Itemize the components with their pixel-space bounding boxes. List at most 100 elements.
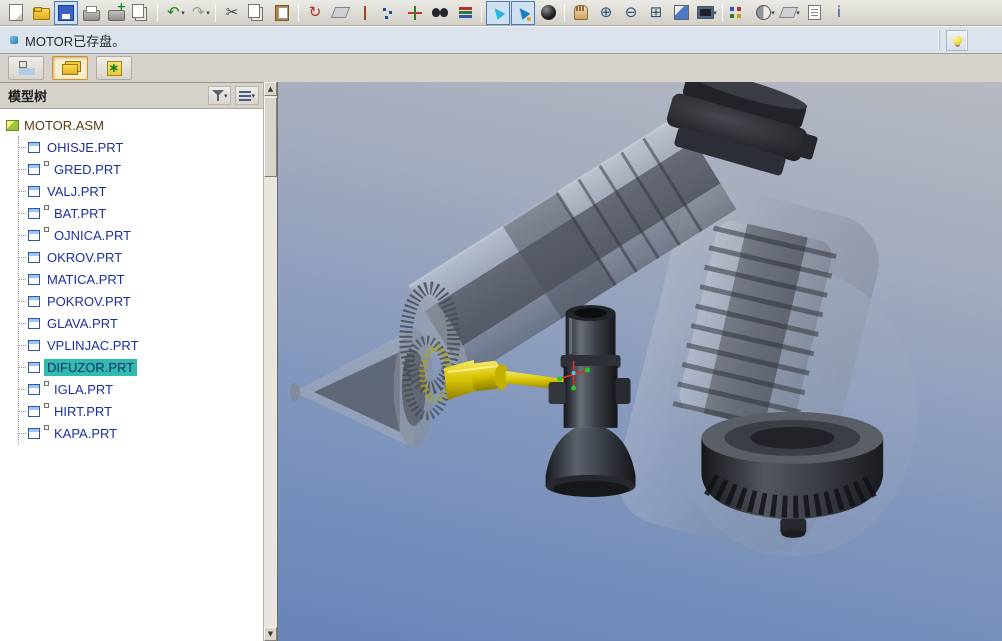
tree-item[interactable]: BAT.PRT bbox=[19, 202, 263, 224]
tree-item[interactable]: HIRT.PRT bbox=[19, 400, 263, 422]
tree-item[interactable]: MATICA.PRT bbox=[19, 268, 263, 290]
tree-item-label[interactable]: POKROV.PRT bbox=[44, 293, 134, 310]
scroll-down-button[interactable]: ▼ bbox=[264, 627, 277, 641]
model-tree-panel: 模型树 ▾ ▾ MOTOR.ASM OHISJE.PRT GRED.PRT bbox=[0, 82, 263, 641]
new-file-icon-button[interactable] bbox=[4, 1, 28, 25]
hint-lamp-button[interactable] bbox=[946, 30, 968, 51]
tree-item[interactable]: VALJ.PRT bbox=[19, 180, 263, 202]
toolbar-separator bbox=[722, 4, 723, 22]
layer-icon-button[interactable] bbox=[453, 1, 477, 25]
part-icon bbox=[28, 142, 40, 153]
tree-item-label[interactable]: DIFUZOR.PRT bbox=[44, 359, 137, 376]
navigator-tab-favorites[interactable]: ∗ bbox=[96, 56, 132, 80]
scrollbar-thumb[interactable] bbox=[264, 97, 277, 177]
tree-item-label[interactable]: HIRT.PRT bbox=[51, 403, 115, 420]
search-icon-button[interactable] bbox=[428, 1, 452, 25]
datum-point-icon-button[interactable] bbox=[378, 1, 402, 25]
part-icon bbox=[28, 186, 40, 197]
tree-filter-button[interactable]: ▾ bbox=[208, 86, 232, 105]
model-info-icon-button[interactable]: i bbox=[827, 1, 851, 25]
datum-csys-icon-button[interactable] bbox=[403, 1, 427, 25]
part-icon bbox=[28, 318, 40, 329]
tree-scrollbar[interactable]: ▲ ▼ bbox=[263, 82, 277, 641]
open-icon-button[interactable] bbox=[29, 1, 53, 25]
datum-plane-icon-button[interactable] bbox=[328, 1, 352, 25]
tree-item[interactable]: GRED.PRT bbox=[19, 158, 263, 180]
tree-item-label[interactable]: VALJ.PRT bbox=[44, 183, 109, 200]
tree-item[interactable]: GLAVA.PRT bbox=[19, 312, 263, 334]
tree-root-label[interactable]: MOTOR.ASM bbox=[24, 118, 104, 133]
tree-item[interactable]: IGLA.PRT bbox=[19, 378, 263, 400]
cut-icon-button[interactable]: ✂ bbox=[220, 1, 244, 25]
zoom-out-icon-button[interactable]: ⊖ bbox=[619, 1, 643, 25]
navigator-tab-model-tree[interactable] bbox=[8, 56, 44, 80]
saved-views-icon-button[interactable]: ▾ bbox=[694, 1, 718, 25]
datum-display-icon bbox=[778, 3, 798, 23]
part-icon bbox=[28, 296, 40, 307]
datum-display-icon-button[interactable]: ▾ bbox=[777, 1, 801, 25]
print-setup-icon-button[interactable] bbox=[104, 1, 128, 25]
display-style-icon-button[interactable]: ▾ bbox=[752, 1, 776, 25]
tree-settings-button[interactable]: ▾ bbox=[235, 86, 259, 105]
redo-icon: ↷ bbox=[188, 3, 208, 23]
3d-viewport[interactable] bbox=[277, 82, 1002, 641]
shaded-view-icon-button[interactable] bbox=[536, 1, 560, 25]
tree-item-label[interactable]: BAT.PRT bbox=[51, 205, 109, 222]
save-icon-button[interactable] bbox=[54, 1, 78, 25]
tree-item-label[interactable]: OKROV.PRT bbox=[44, 249, 125, 266]
tree-item-label[interactable]: VPLINJAC.PRT bbox=[44, 337, 142, 354]
navigator-toolbar: ∗ bbox=[0, 54, 1002, 82]
zoom-in-icon-button[interactable]: ⊕ bbox=[594, 1, 618, 25]
datum-axis-icon-button[interactable] bbox=[353, 1, 377, 25]
tree-item[interactable]: POKROV.PRT bbox=[19, 290, 263, 312]
view-manager-icon-button[interactable] bbox=[727, 1, 751, 25]
tree-item[interactable]: OKROV.PRT bbox=[19, 246, 263, 268]
send-copy-icon-button[interactable] bbox=[129, 1, 153, 25]
tree-item[interactable]: VPLINJAC.PRT bbox=[19, 334, 263, 356]
smart-filter-icon bbox=[513, 3, 533, 23]
chevron-down-icon: ▾ bbox=[251, 92, 255, 100]
copy-icon-button[interactable] bbox=[245, 1, 269, 25]
modified-marker-icon bbox=[44, 425, 49, 430]
zoom-out-icon: ⊖ bbox=[621, 3, 641, 23]
redo-icon-button[interactable]: ↷▾ bbox=[187, 1, 211, 25]
tree-item-label[interactable]: IGLA.PRT bbox=[51, 381, 116, 398]
modified-marker-icon bbox=[44, 227, 49, 232]
refit-icon-button[interactable]: ⊞ bbox=[644, 1, 668, 25]
undo-icon-button[interactable]: ↶▾ bbox=[162, 1, 186, 25]
tree-root-item[interactable]: MOTOR.ASM bbox=[6, 114, 263, 136]
application-window: ↶▾↷▾✂↻⊕⊖⊞▾▾▾i MOTOR已存盘。 ∗ 模型树 ▾ ▾ bbox=[0, 0, 1002, 641]
annotation-display-icon bbox=[804, 3, 824, 23]
tree-item[interactable]: KAPA.PRT bbox=[19, 422, 263, 444]
tree-item-label[interactable]: GRED.PRT bbox=[51, 161, 124, 178]
tree-item-label[interactable]: OHISJE.PRT bbox=[44, 139, 126, 156]
tree-item[interactable]: OHISJE.PRT bbox=[19, 136, 263, 158]
regenerate-icon-button[interactable]: ↻ bbox=[303, 1, 327, 25]
assembly-icon bbox=[6, 120, 19, 131]
print-icon-button[interactable] bbox=[79, 1, 103, 25]
model-info-icon: i bbox=[829, 3, 849, 23]
repaint-icon-button[interactable] bbox=[669, 1, 693, 25]
tree-item-label[interactable]: MATICA.PRT bbox=[44, 271, 128, 288]
paste-icon-button[interactable] bbox=[270, 1, 294, 25]
tree-item[interactable]: DIFUZOR.PRT bbox=[19, 356, 263, 378]
spin-center-icon-button[interactable] bbox=[569, 1, 593, 25]
tree-item-label[interactable]: KAPA.PRT bbox=[51, 425, 120, 442]
motor-assembly-model[interactable] bbox=[278, 82, 1002, 641]
tree-item[interactable]: OJNICA.PRT bbox=[19, 224, 263, 246]
tree-item-label[interactable]: GLAVA.PRT bbox=[44, 315, 121, 332]
part-icon bbox=[28, 428, 40, 439]
tree-item-label[interactable]: OJNICA.PRT bbox=[51, 227, 134, 244]
favorites-icon: ∗ bbox=[107, 61, 122, 76]
part-carburetor[interactable] bbox=[546, 305, 636, 497]
select-arrow-icon-button[interactable] bbox=[486, 1, 510, 25]
part-icon bbox=[28, 164, 40, 175]
smart-filter-icon-button[interactable] bbox=[511, 1, 535, 25]
new-file-icon bbox=[6, 3, 26, 23]
toolbar-separator bbox=[157, 4, 158, 22]
part-icon bbox=[28, 362, 40, 373]
scroll-up-button[interactable]: ▲ bbox=[264, 82, 277, 96]
annotation-display-icon-button[interactable] bbox=[802, 1, 826, 25]
navigator-tab-folder-browser[interactable] bbox=[52, 56, 88, 80]
paste-icon bbox=[272, 3, 292, 23]
